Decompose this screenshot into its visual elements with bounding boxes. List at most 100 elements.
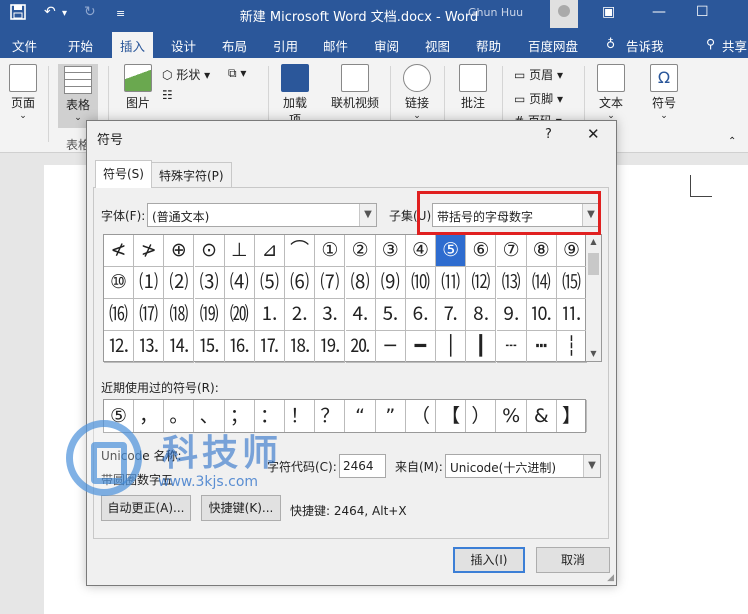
symbol-button[interactable]: Ω 符号 ⌄ <box>646 64 682 121</box>
symbol-grid-scrollbar[interactable]: ▲ ▼ <box>586 234 602 362</box>
minimize-icon[interactable]: — <box>652 4 666 20</box>
comment-button[interactable]: 批注 <box>456 64 490 111</box>
recent-symbol-cell[interactable]: 。 <box>164 400 195 432</box>
tab-insert[interactable]: 插入 <box>112 32 154 58</box>
recent-symbol-cell[interactable]: ” <box>376 400 406 432</box>
recent-symbol-cell[interactable]: （ <box>406 400 436 432</box>
symbol-cell[interactable]: ⒙ <box>285 331 316 363</box>
symbol-cell[interactable]: ⑷ <box>224 267 255 299</box>
symbol-cell[interactable]: ─ <box>375 331 406 363</box>
symbol-cell[interactable]: ⒔ <box>134 331 165 363</box>
symbol-cell[interactable]: ⑧ <box>526 235 557 267</box>
tab-layout[interactable]: 布局 <box>222 36 247 55</box>
recent-symbol-cell[interactable]: ， <box>134 400 165 432</box>
recent-symbol-cell[interactable]: & <box>527 400 557 432</box>
symbol-cell[interactable]: ⑾ <box>436 267 467 299</box>
avatar[interactable] <box>550 0 578 28</box>
recent-symbol-cell[interactable]: “ <box>346 400 376 432</box>
symbol-cell[interactable]: ⒑ <box>526 299 557 331</box>
picture-button[interactable]: 图片 <box>120 64 156 111</box>
symbol-cell[interactable]: ┆ <box>557 331 587 363</box>
symbol-cell[interactable]: ⊥ <box>224 235 255 267</box>
table-button[interactable]: 表格 ⌄ <box>58 64 98 128</box>
symbol-cell[interactable]: ⌒ <box>285 235 316 267</box>
symbol-cell[interactable]: ┅ <box>526 331 557 363</box>
symbol-cell[interactable]: ⒛ <box>345 331 376 363</box>
symbol-cell[interactable]: ⒓ <box>104 331 134 363</box>
close-icon[interactable]: ✕ <box>587 125 600 143</box>
recent-symbol-cell[interactable]: ： <box>255 400 285 432</box>
recent-symbol-cell[interactable]: ； <box>225 400 255 432</box>
symbol-cell[interactable]: ⒁ <box>526 267 557 299</box>
maximize-icon[interactable]: ☐ <box>696 4 709 20</box>
symbol-cell[interactable]: ⒆ <box>194 299 225 331</box>
symbol-cell[interactable]: ┃ <box>466 331 497 363</box>
tab-view[interactable]: 视图 <box>425 36 450 55</box>
symbol-cell[interactable]: ⒉ <box>285 299 316 331</box>
symbol-cell[interactable]: ⑽ <box>406 267 436 299</box>
symbol-cell[interactable]: ⒕ <box>164 331 195 363</box>
symbol-cell[interactable]: ⒒ <box>557 299 587 331</box>
symbol-cell[interactable]: ⒖ <box>194 331 225 363</box>
recent-symbol-cell[interactable]: 】 <box>557 400 587 432</box>
shortcut-key-button[interactable]: 快捷键(K)... <box>201 495 281 521</box>
symbol-cell[interactable]: ① <box>315 235 346 267</box>
help-button[interactable]: ? <box>545 127 552 142</box>
tab-symbols[interactable]: 符号(S) <box>95 160 152 188</box>
symbol-cell[interactable]: ⒚ <box>315 331 346 363</box>
tell-me[interactable]: 告诉我 <box>626 36 664 55</box>
recent-symbols[interactable]: ⑤，。、；：！？ “” （【）% &】 <box>103 399 587 433</box>
symbol-cell[interactable]: ⒇ <box>224 299 255 331</box>
collapse-ribbon-icon[interactable]: ⌃ <box>728 136 736 147</box>
symbol-cell[interactable]: ⑼ <box>375 267 406 299</box>
addins-button[interactable]: 加载项 <box>278 64 312 128</box>
symbol-cell[interactable]: ② <box>345 235 376 267</box>
icons-button[interactable]: ☷ <box>162 88 173 102</box>
symbol-cell[interactable]: ⒍ <box>406 299 436 331</box>
symbol-cell[interactable]: ⒄ <box>134 299 165 331</box>
recent-symbol-cell[interactable]: ！ <box>285 400 316 432</box>
symbol-cell[interactable]: ⑿ <box>466 267 497 299</box>
symbol-cell[interactable]: ━ <box>406 331 436 363</box>
symbol-cell[interactable]: ⑨ <box>557 235 587 267</box>
symbol-cell[interactable]: ⑩ <box>104 267 134 299</box>
recent-symbol-cell[interactable]: ？ <box>315 400 346 432</box>
symbol-cell[interactable]: ⒌ <box>375 299 406 331</box>
symbol-cell[interactable]: │ <box>436 331 467 363</box>
smartart-button[interactable]: ⧉ ▾ <box>228 66 246 81</box>
symbol-cell[interactable]: ⑶ <box>194 267 225 299</box>
shapes-button[interactable]: ⬡ 形状 ▾ <box>162 66 210 83</box>
online-video-button[interactable]: 联机视频 <box>330 64 380 111</box>
tab-design[interactable]: 设计 <box>171 36 196 55</box>
symbol-cell[interactable]: ⒈ <box>255 299 285 331</box>
footer-button[interactable]: ▭ 页脚 ▾ <box>514 90 563 107</box>
symbol-cell[interactable]: ⒃ <box>104 299 134 331</box>
symbol-cell[interactable]: ⑵ <box>164 267 195 299</box>
scroll-thumb[interactable] <box>588 253 599 275</box>
symbol-cell[interactable]: ⒏ <box>466 299 497 331</box>
symbol-cell[interactable]: ⒐ <box>496 299 527 331</box>
header-button[interactable]: ▭ 页眉 ▾ <box>514 66 563 83</box>
recent-symbol-cell[interactable]: 、 <box>195 400 225 432</box>
symbol-cell[interactable]: ≮ <box>104 235 134 267</box>
share-button[interactable]: 共享 <box>722 36 747 55</box>
symbol-cell[interactable]: ⑤ <box>436 235 467 267</box>
symbol-cell[interactable]: ⑺ <box>315 267 346 299</box>
recent-symbol-cell[interactable]: ⑤ <box>104 400 134 432</box>
char-code-input[interactable]: 2464 <box>339 454 386 478</box>
symbol-cell[interactable]: ⑹ <box>285 267 316 299</box>
symbol-cell[interactable]: ⑦ <box>496 235 527 267</box>
symbol-cell[interactable]: ⒅ <box>164 299 195 331</box>
tab-references[interactable]: 引用 <box>273 36 298 55</box>
page-button[interactable]: 页面 ⌄ <box>6 64 40 121</box>
symbol-cell[interactable]: ≯ <box>134 235 165 267</box>
font-select[interactable]: (普通文本) ▼ <box>147 203 377 227</box>
symbol-cell[interactable]: ⒘ <box>255 331 285 363</box>
symbol-cell[interactable]: ⒂ <box>557 267 587 299</box>
symbol-cell[interactable]: ④ <box>406 235 436 267</box>
symbol-cell[interactable]: ⑻ <box>345 267 376 299</box>
tab-baidu-netdisk[interactable]: 百度网盘 <box>528 36 578 55</box>
chevron-down-icon[interactable]: ▼ <box>359 204 376 226</box>
recent-symbol-cell[interactable]: 【 <box>436 400 467 432</box>
text-button[interactable]: 文本 ⌄ <box>594 64 628 121</box>
